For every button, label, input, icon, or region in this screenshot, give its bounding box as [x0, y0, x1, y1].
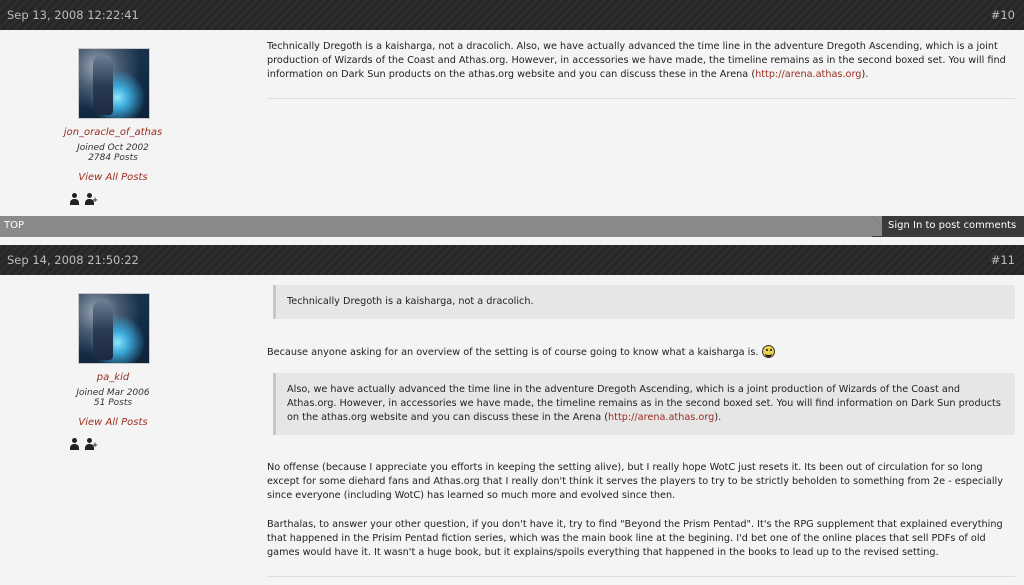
post-date: Sep 14, 2008 21:50:22: [7, 253, 139, 267]
user-icon[interactable]: [69, 438, 80, 450]
user-icon[interactable]: [69, 193, 80, 205]
post-number-link[interactable]: #10: [991, 8, 1015, 22]
sign-in-label: Sign In to post comments: [888, 220, 1017, 231]
view-all-posts-link[interactable]: View All Posts: [40, 417, 186, 428]
arena-link[interactable]: http://arena.athas.org: [755, 69, 861, 80]
view-all-posts-link[interactable]: View All Posts: [40, 172, 186, 183]
joined-date: Joined Oct 2002: [77, 143, 149, 153]
post-count: 51 Posts: [93, 398, 133, 408]
post-count: 2784 Posts: [88, 153, 138, 163]
post-number-link[interactable]: #11: [991, 253, 1015, 267]
quote-block: Technically Dregoth is a kaisharga, not …: [273, 285, 1015, 319]
avatar[interactable]: [78, 48, 150, 119]
arena-link[interactable]: http://arena.athas.org: [608, 412, 714, 423]
post-date: Sep 13, 2008 12:22:41: [7, 8, 139, 22]
post-header: Sep 13, 2008 12:22:41 #10: [0, 0, 1024, 30]
username-link[interactable]: pa_kid: [40, 372, 186, 383]
quote-text: Also, we have actually advanced the time…: [287, 384, 1001, 423]
reply-text: Because anyone asking for an overview of…: [267, 345, 1015, 360]
add-user-icon[interactable]: +: [84, 438, 98, 450]
username-link[interactable]: jon_oracle_of_athas: [40, 127, 186, 138]
top-link[interactable]: TOP: [4, 220, 24, 231]
quote-block: Also, we have actually advanced the time…: [273, 373, 1015, 435]
quote-text: Technically Dregoth is a kaisharga, not …: [287, 296, 534, 307]
avatar[interactable]: [78, 293, 150, 364]
divider: [267, 576, 1015, 577]
reply-text: No offense (because I appreciate you eff…: [267, 462, 1003, 501]
add-user-icon[interactable]: +: [84, 193, 98, 205]
smiley-icon: [761, 345, 775, 358]
post-header: Sep 14, 2008 21:50:22 #11: [0, 245, 1024, 275]
joined-date: Joined Mar 2006: [76, 388, 150, 398]
post-footer-bar: TOP Sign In to post comments: [0, 216, 1024, 237]
divider: [267, 98, 1015, 99]
post-body: pa_kid Joined Mar 2006 51 Posts View All…: [0, 275, 1024, 585]
post-text: Technically Dregoth is a kaisharga, not …: [267, 41, 1006, 80]
sign-in-button[interactable]: Sign In to post comments: [872, 216, 1024, 237]
post-body: jon_oracle_of_athas Joined Oct 2002 2784…: [0, 30, 1024, 216]
reply-text: Barthalas, to answer your other question…: [267, 519, 1003, 558]
